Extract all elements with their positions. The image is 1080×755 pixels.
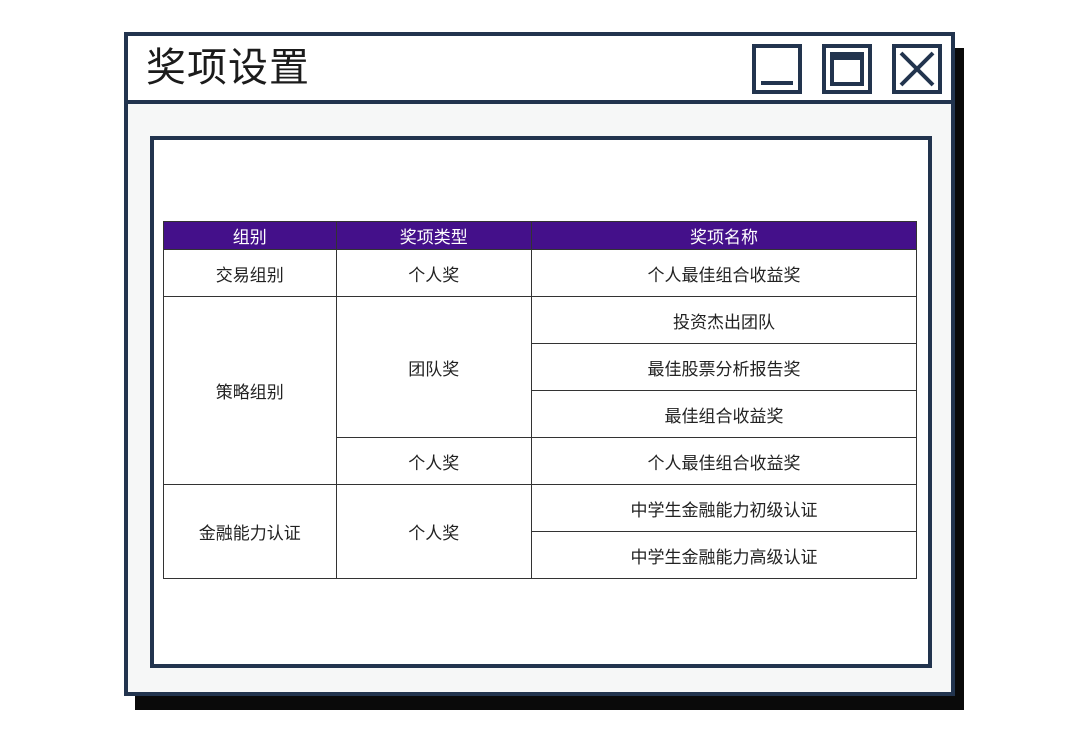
table-row: 交易组别 个人奖 个人最佳组合收益奖	[163, 249, 917, 297]
header-group: 组别	[163, 221, 337, 250]
close-button[interactable]	[892, 44, 942, 94]
award-type-cell: 团队奖	[335, 296, 533, 438]
minimize-button[interactable]	[752, 44, 802, 94]
award-name-cell: 投资杰出团队	[531, 296, 917, 344]
award-name-cell: 最佳组合收益奖	[531, 390, 917, 438]
minimize-icon	[761, 81, 793, 85]
table-row: 金融能力认证 个人奖 中学生金融能力初级认证	[163, 484, 917, 579]
window-title: 奖项设置	[146, 45, 310, 91]
header-award-type: 奖项类型	[335, 221, 533, 250]
award-type-cell: 个人奖	[335, 437, 533, 485]
awards-settings-window: 奖项设置 组别 奖项类型 奖项名称 交易组别 个人奖 个人最佳组合收益奖 策略组…	[124, 32, 955, 696]
maximize-icon	[830, 52, 864, 86]
group-cell: 交易组别	[163, 249, 337, 297]
award-name-cell: 中学生金融能力初级认证	[531, 484, 917, 532]
award-name-cell: 个人最佳组合收益奖	[531, 437, 917, 485]
awards-table: 组别 奖项类型 奖项名称 交易组别 个人奖 个人最佳组合收益奖 策略组别 团队奖…	[163, 221, 917, 579]
title-bar: 奖项设置	[128, 36, 951, 104]
award-type-cell: 个人奖	[335, 249, 533, 297]
maximize-button[interactable]	[822, 44, 872, 94]
table-row: 策略组别 团队奖 投资杰出团队	[163, 296, 917, 485]
close-icon	[899, 51, 935, 87]
group-cell: 金融能力认证	[163, 484, 337, 579]
award-name-cell: 个人最佳组合收益奖	[531, 249, 917, 297]
content-panel: 组别 奖项类型 奖项名称 交易组别 个人奖 个人最佳组合收益奖 策略组别 团队奖…	[150, 136, 932, 668]
award-name-cell: 中学生金融能力高级认证	[531, 531, 917, 579]
table-header-row: 组别 奖项类型 奖项名称	[163, 221, 917, 250]
group-cell: 策略组别	[163, 296, 337, 485]
award-type-cell: 个人奖	[335, 484, 533, 579]
header-award-name: 奖项名称	[531, 221, 917, 250]
award-name-cell: 最佳股票分析报告奖	[531, 343, 917, 391]
